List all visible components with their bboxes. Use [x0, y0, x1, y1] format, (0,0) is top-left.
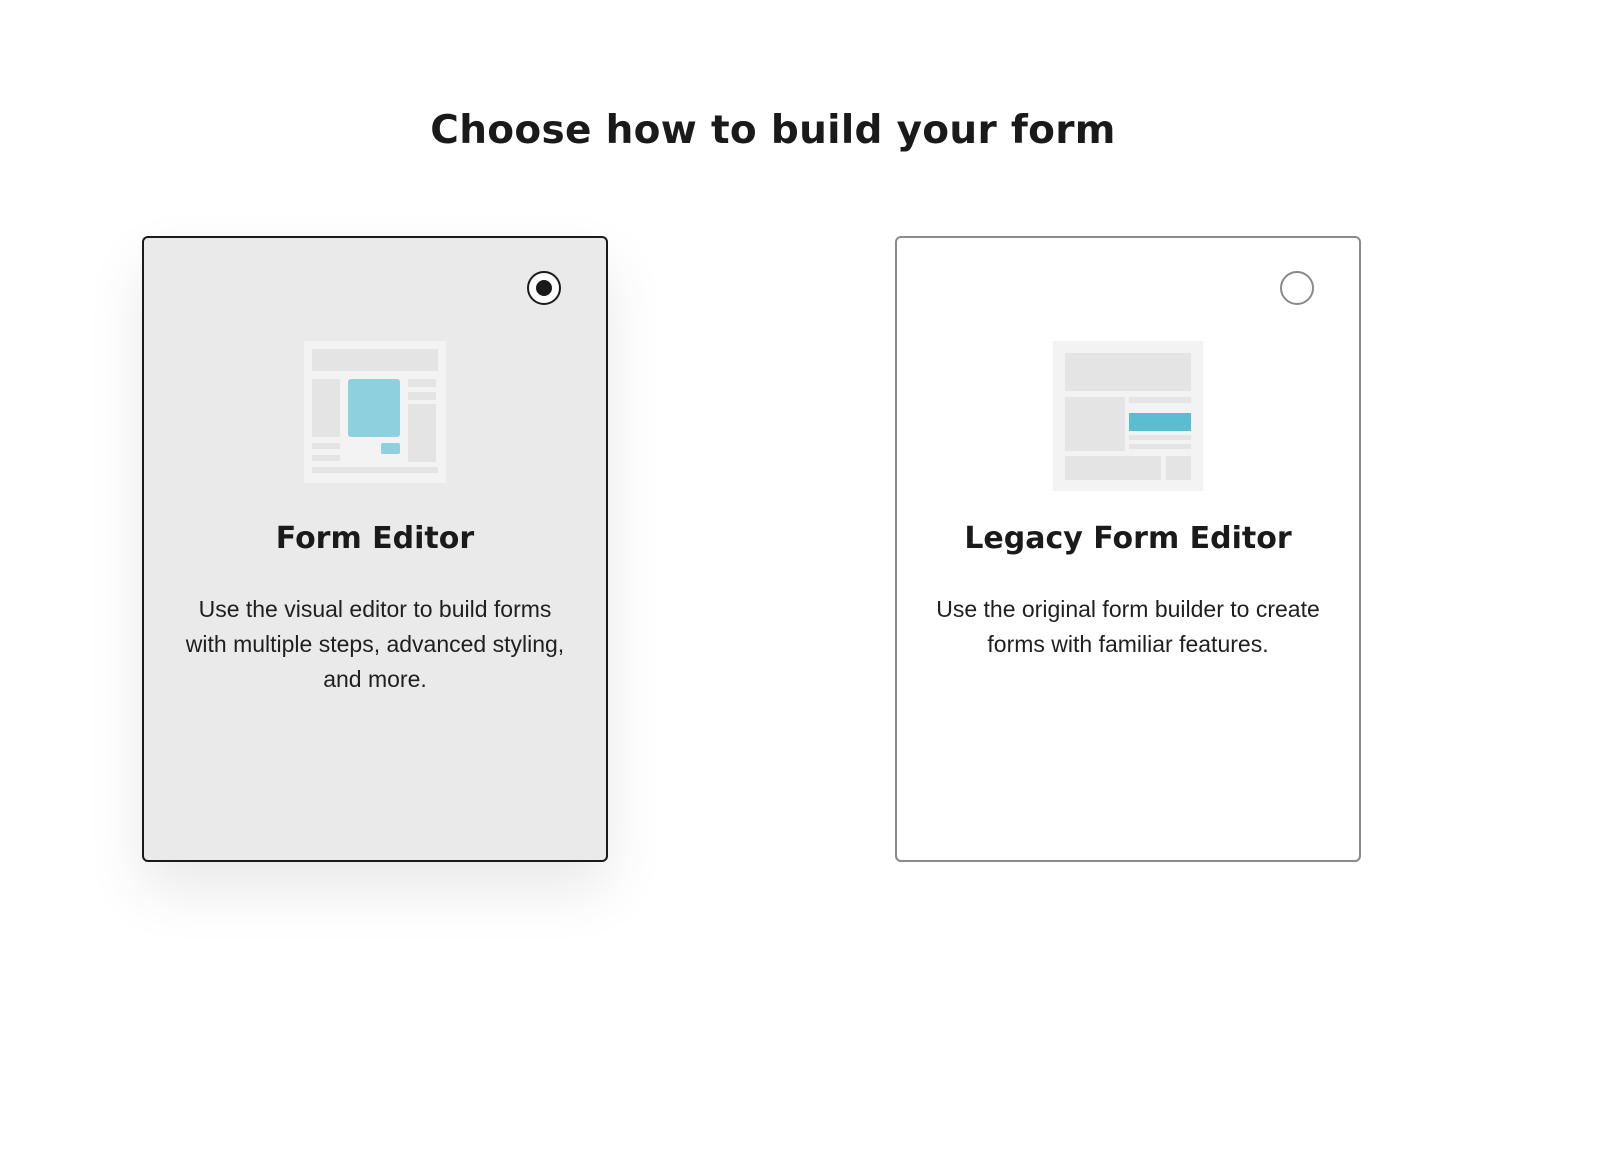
option-card-form-editor[interactable]: Form Editor Use the visual editor to bui…: [142, 236, 608, 862]
radio-button-form-editor[interactable]: [527, 271, 561, 305]
radio-selected-dot: [536, 280, 552, 296]
option-description: Use the original form builder to create …: [936, 596, 1320, 657]
option-title: Form Editor: [275, 521, 475, 556]
page-title: Choose how to build your form: [430, 108, 1116, 153]
option-title: Legacy Form Editor: [964, 521, 1292, 556]
radio-button-legacy-form-editor[interactable]: [1280, 271, 1314, 305]
visual-editor-illustration-icon: [304, 341, 446, 487]
legacy-editor-illustration-icon: [1053, 341, 1203, 495]
option-card-legacy-form-editor[interactable]: Legacy Form Editor Use the original form…: [895, 236, 1361, 862]
page: Choose how to build your form Form Edito…: [0, 0, 1600, 1168]
option-description: Use the visual editor to build forms wit…: [185, 596, 565, 692]
